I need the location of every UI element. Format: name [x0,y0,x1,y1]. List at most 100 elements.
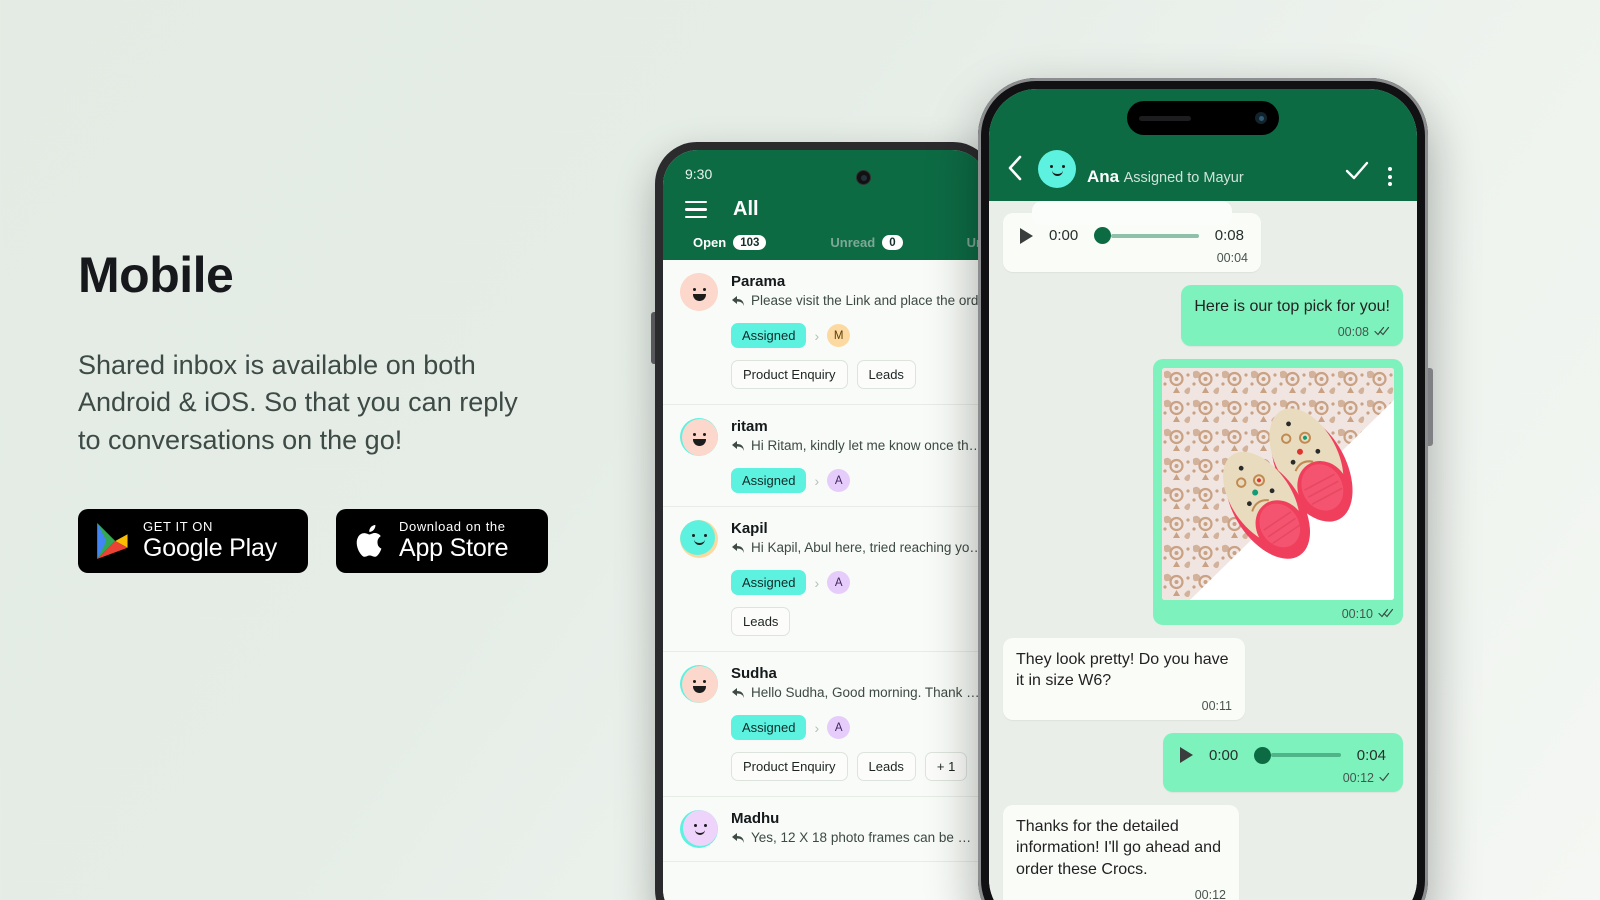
hamburger-icon[interactable] [685,200,707,219]
chat-message: Here is our top pick for you! 00:08 [1003,285,1403,346]
tag-row: Product Enquiry Leads [731,360,987,389]
message-timestamp-row: 00:04 [1016,251,1248,265]
tag-chip[interactable]: Product Enquiry [731,360,848,389]
message-preview: Hello Sudha, Good morning. Thank … [731,685,987,700]
message-timestamp: 00:11 [1201,698,1232,713]
audio-message-bubble[interactable]: 0:00 0:04 00:12 [1163,732,1403,792]
chat-message: 0:00 0:08 00:04 [1003,201,1403,272]
chevron-right-icon: › [814,719,820,736]
play-icon[interactable] [1020,227,1033,244]
audio-seek-bar[interactable] [1254,746,1341,764]
store-badges: GET IT ON Google Play Download on the Ap… [78,508,598,573]
contact-name: Parama [731,273,786,290]
message-text: Thanks for the detailed information! I'l… [1016,817,1221,878]
message-preview-text: Hi Ritam, kindly let me know once th… [751,438,983,453]
chevron-right-icon: › [814,327,820,344]
assignee-avatar[interactable]: M [827,324,851,347]
status-badge[interactable]: Assigned [731,570,807,595]
avatar [680,810,718,848]
list-item[interactable]: Parama Please visit the Link and place t… [663,260,987,405]
tag-chip[interactable]: Leads [856,752,916,781]
contact-name: ritam [731,418,768,435]
assignment-row: Assigned › A [731,715,987,740]
audio-message-bubble[interactable]: 0:00 0:08 00:04 [1003,201,1261,272]
text-message-bubble[interactable]: Thanks for the detailed information! I'l… [1003,804,1239,900]
audio-seek-rail[interactable] [1271,753,1341,758]
android-top-bar: 9:30 All Open 103 Unread 0 Unres [663,150,987,260]
delivery-ticks-icon [1374,325,1390,339]
message-preview: Yes, 12 X 18 photo frames can be … [731,830,987,845]
assignee-avatar[interactable]: A [827,571,851,594]
tab-open-label: Open [693,235,727,250]
delivery-ticks-icon [1378,607,1394,621]
tag-chip[interactable]: Leads [731,607,791,636]
inbox-tabs: Open 103 Unread 0 Unres [663,235,987,260]
tab-unread-label: Unread [830,235,876,250]
list-item[interactable]: Kapil Hi Kapil, Abul here, tried reachin… [663,507,987,652]
chat-message: 00:10 [1003,358,1403,625]
app-store-badge[interactable]: Download on the App Store [336,508,548,573]
audio-current-time: 0:00 [1209,746,1239,764]
message-timestamp: 00:04 [1216,251,1248,265]
kebab-menu-icon[interactable] [1381,167,1399,188]
resolve-check-icon[interactable] [1344,159,1370,188]
message-timestamp: 00:10 [1341,606,1373,621]
message-text: Here is our top pick for you! [1194,298,1390,315]
audio-seek-knob[interactable] [1254,746,1272,764]
audio-seek-bar[interactable] [1094,227,1199,244]
android-phone-mockup: 9:30 All Open 103 Unread 0 Unres [651,142,995,900]
delivery-tick-icon [1379,771,1390,785]
message-timestamp: 00:12 [1194,887,1226,900]
audio-player[interactable]: 0:00 0:08 [1016,224,1248,244]
previous-message-peek [1032,201,1232,225]
app-store-badge-small: Download on the [399,519,506,535]
google-play-badge[interactable]: GET IT ON Google Play [78,508,308,573]
audio-seek-rail[interactable] [1111,233,1199,238]
text-message-bubble[interactable]: They look pretty! Do you have it in size… [1003,637,1245,720]
play-icon[interactable] [1180,747,1193,764]
status-badge[interactable]: Assigned [731,715,807,740]
page-subcopy: Shared inbox is available on both Androi… [78,350,518,455]
product-photo[interactable] [1162,367,1394,600]
back-chevron-icon[interactable] [1003,153,1027,188]
list-item[interactable]: ritam Hi Ritam, kindly let me know once … [663,405,987,507]
conversation-list[interactable]: Parama Please visit the Link and place t… [663,260,987,900]
reply-arrow-icon [732,832,744,843]
avatar [680,418,718,456]
audio-current-time: 0:00 [1049,227,1079,244]
reply-arrow-icon [732,542,744,553]
list-item[interactable]: Madhu Yes, 12 X 18 photo frames can be … [663,797,987,862]
status-badge[interactable]: Assigned [731,468,807,493]
audio-duration: 0:04 [1356,746,1386,764]
tab-unread[interactable]: Unread 0 [830,235,903,250]
audio-seek-knob[interactable] [1094,227,1112,244]
dynamic-island [1127,101,1279,135]
reply-arrow-icon [732,295,744,306]
google-play-badge-big: Google Play [143,534,277,563]
assignment-row: Assigned › M [731,323,987,348]
contact-name: Kapil [731,520,768,537]
message-text: They look pretty! Do you have it in size… [1016,650,1229,690]
image-message-bubble[interactable]: 00:10 [1153,358,1403,625]
message-timestamp-row: 00:12 [1176,771,1390,785]
message-timestamp: 00:12 [1342,770,1374,785]
assignee-avatar[interactable]: A [827,469,851,492]
assignee-avatar[interactable]: A [827,716,851,739]
message-preview: Hi Kapil, Abul here, tried reaching yo… [731,540,987,555]
status-badge[interactable]: Assigned [731,323,807,348]
text-message-bubble[interactable]: Here is our top pick for you! 00:08 [1181,285,1403,346]
message-preview-text: Hi Kapil, Abul here, tried reaching yo… [751,540,983,555]
google-play-badge-small: GET IT ON [143,519,213,535]
avatar[interactable] [1038,150,1076,188]
audio-player[interactable]: 0:00 0:04 [1176,744,1390,764]
chat-message: They look pretty! Do you have it in size… [1003,637,1403,720]
chevron-right-icon: › [814,574,820,591]
assignment-label: Assigned to Mayur [1123,169,1244,186]
tag-chip[interactable]: Product Enquiry [731,752,848,781]
tag-chip[interactable]: Leads [856,360,916,389]
chat-thread[interactable]: 0:00 0:08 00:04 Here is our top pick for… [989,201,1417,900]
list-item[interactable]: Sudha Hello Sudha, Good morning. Thank …… [663,652,987,797]
tab-open[interactable]: Open 103 [693,235,767,250]
tag-chip-overflow[interactable]: + 1 [924,752,968,781]
inbox-filter-title: All [733,198,759,220]
